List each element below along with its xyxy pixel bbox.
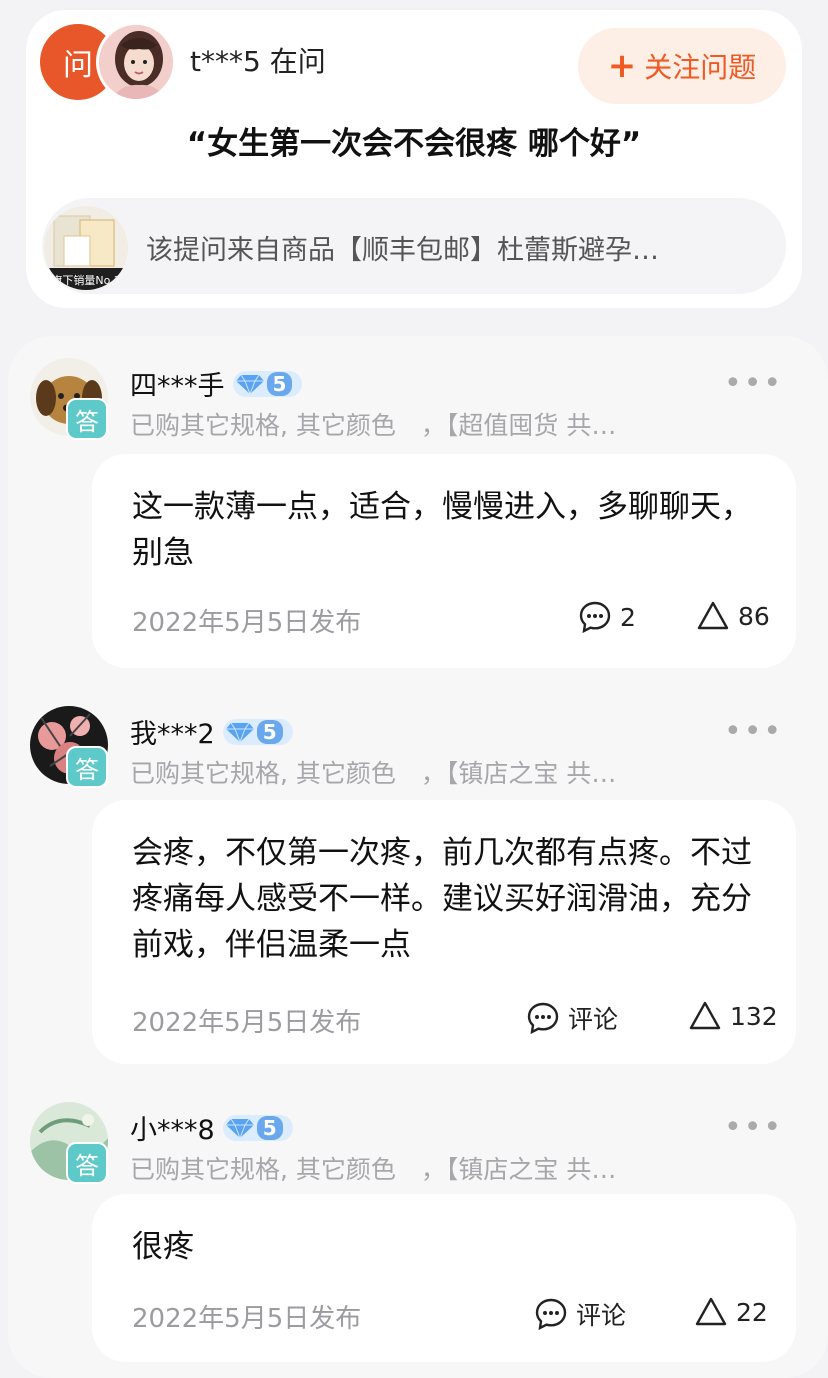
answerer-name[interactable]: 我***2 <box>130 712 215 751</box>
diamond-icon <box>225 722 254 743</box>
follow-label: 关注问题 <box>644 51 757 84</box>
plus-icon: + <box>607 46 637 86</box>
answer-card[interactable]: 这一款薄一点，适合，慢慢进入，多聊聊天，别急 2022年5月5日发布 2 86 <box>92 454 796 668</box>
more-dots-icon[interactable]: ••• <box>724 1110 783 1145</box>
answer-date: 2022年5月5日发布 <box>132 608 362 638</box>
like-triangle-icon <box>689 1001 721 1030</box>
like-button[interactable]: 132 <box>688 1000 778 1032</box>
more-dots-icon[interactable]: ••• <box>724 714 783 749</box>
answer-date: 2022年5月5日发布 <box>132 1304 362 1334</box>
diamond-icon <box>235 374 264 395</box>
answer-card[interactable]: 会疼，不仅第一次疼，前几次都有点疼。不过疼痛每人感受不一样。建议买好润滑油，充分… <box>92 800 796 1064</box>
answerer-name-row: 四***手 5 <box>130 364 303 403</box>
answer-date: 2022年5月5日发布 <box>132 1008 362 1038</box>
question-title: “女生第一次会不会很疼 哪个好” <box>186 126 642 162</box>
more-dots-icon[interactable]: ••• <box>724 366 783 401</box>
user-level-badge: 5 <box>222 1114 293 1141</box>
answer-badge: 答 <box>66 398 108 440</box>
answerer-name[interactable]: 小***8 <box>130 1108 215 1147</box>
like-count: 86 <box>738 601 770 631</box>
answerer-name[interactable]: 四***手 <box>130 364 225 403</box>
diamond-icon <box>225 1118 254 1139</box>
answer-badge: 答 <box>66 746 108 788</box>
product-thumbnail: 旗下销量No.1 <box>44 206 128 290</box>
follow-question-button[interactable]: + 关注问题 <box>578 28 786 104</box>
user-level-badge: 5 <box>232 370 303 397</box>
answer-text: 这一款薄一点，适合，慢慢进入，多聊聊天，别急 <box>132 489 752 571</box>
comment-bubble-icon <box>535 1298 567 1331</box>
comment-count: 2 <box>620 602 636 632</box>
asker-name[interactable]: t***5 在问 <box>190 40 326 80</box>
like-triangle-icon <box>695 1297 727 1326</box>
comment-label: 评论 <box>576 1301 627 1330</box>
comment-button[interactable]: 评论 <box>526 1000 618 1036</box>
purchase-spec: 已购其它规格, 其它颜色 ，【超值囤货 共… <box>130 411 617 440</box>
question-source[interactable]: 旗下销量No.1 该提问来自商品【顺丰包邮】杜蕾斯避孕… <box>42 198 786 294</box>
product-thumb-caption: 旗下销量No.1 <box>51 273 120 287</box>
answerer-name-row: 小***8 5 <box>130 1108 293 1147</box>
comment-button[interactable]: 2 <box>578 600 636 634</box>
like-count: 132 <box>730 1001 778 1031</box>
like-button[interactable]: 22 <box>694 1296 768 1328</box>
like-count: 22 <box>736 1297 768 1327</box>
comment-button[interactable]: 评论 <box>534 1296 626 1332</box>
asker-avatar[interactable] <box>96 22 176 102</box>
comment-label: 评论 <box>568 1005 619 1034</box>
source-text: 该提问来自商品【顺丰包邮】杜蕾斯避孕… <box>146 235 659 266</box>
comment-bubble-icon <box>527 1002 559 1035</box>
answer-text: 会疼，不仅第一次疼，前几次都有点疼。不过疼痛每人感受不一样。建议买好润滑油，充分… <box>132 835 752 963</box>
purchase-spec: 已购其它规格, 其它颜色 ，【镇店之宝 共… <box>130 1155 617 1184</box>
answers-list: 答 四***手 5 ••• 已购其它规格, 其它颜色 ，【超值囤货 共… 这一款… <box>8 336 828 1378</box>
purchase-spec: 已购其它规格, 其它颜色 ，【镇店之宝 共… <box>130 759 617 788</box>
answer-badge: 答 <box>66 1142 108 1184</box>
answer-text: 很疼 <box>132 1229 194 1265</box>
like-triangle-icon <box>697 601 729 630</box>
answer-card[interactable]: 很疼 2022年5月5日发布 评论 22 <box>92 1194 796 1362</box>
user-level-badge: 5 <box>222 718 293 745</box>
comment-bubble-icon <box>579 601 611 634</box>
answerer-name-row: 我***2 5 <box>130 712 293 751</box>
like-button[interactable]: 86 <box>696 600 770 632</box>
question-card: 问 t***5 在问 + 关注问题 “女生第一次会不会很疼 哪个好” 旗下销量N… <box>26 10 802 308</box>
